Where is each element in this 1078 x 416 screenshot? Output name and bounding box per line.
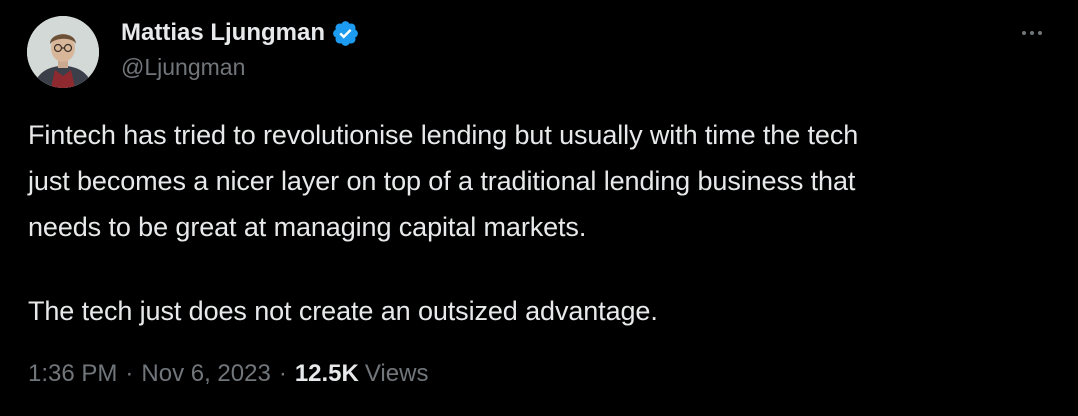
meta-separator: · bbox=[278, 360, 287, 387]
meta-separator: · bbox=[125, 360, 134, 387]
tweet-card: Mattias Ljungman @Ljungman Fintech has t… bbox=[0, 0, 1078, 416]
tweet-meta: 1:36 PM · Nov 6, 2023 · 12.5K Views bbox=[28, 360, 428, 388]
author-display-name[interactable]: Mattias Ljungman bbox=[121, 19, 325, 47]
more-dot bbox=[1038, 31, 1042, 35]
tweet-date[interactable]: Nov 6, 2023 bbox=[141, 360, 270, 388]
author-handle[interactable]: @Ljungman bbox=[121, 54, 245, 81]
tweet-paragraph: Fintech has tried to revolutionise lendi… bbox=[28, 120, 859, 242]
verified-badge-icon[interactable] bbox=[331, 19, 360, 48]
author-avatar[interactable] bbox=[27, 16, 99, 88]
avatar-photo-icon bbox=[27, 16, 99, 88]
views-count[interactable]: 12.5K bbox=[295, 360, 359, 388]
more-dot bbox=[1022, 31, 1026, 35]
more-options-icon[interactable] bbox=[1014, 22, 1050, 44]
author-name-row: Mattias Ljungman bbox=[121, 16, 360, 50]
views-label: Views bbox=[364, 360, 429, 387]
tweet-time[interactable]: 1:36 PM bbox=[28, 360, 117, 388]
tweet-text: Fintech has tried to revolutionise lendi… bbox=[28, 112, 1038, 334]
tweet-paragraph: The tech just does not create an outsize… bbox=[28, 296, 658, 326]
more-dot bbox=[1030, 31, 1034, 35]
